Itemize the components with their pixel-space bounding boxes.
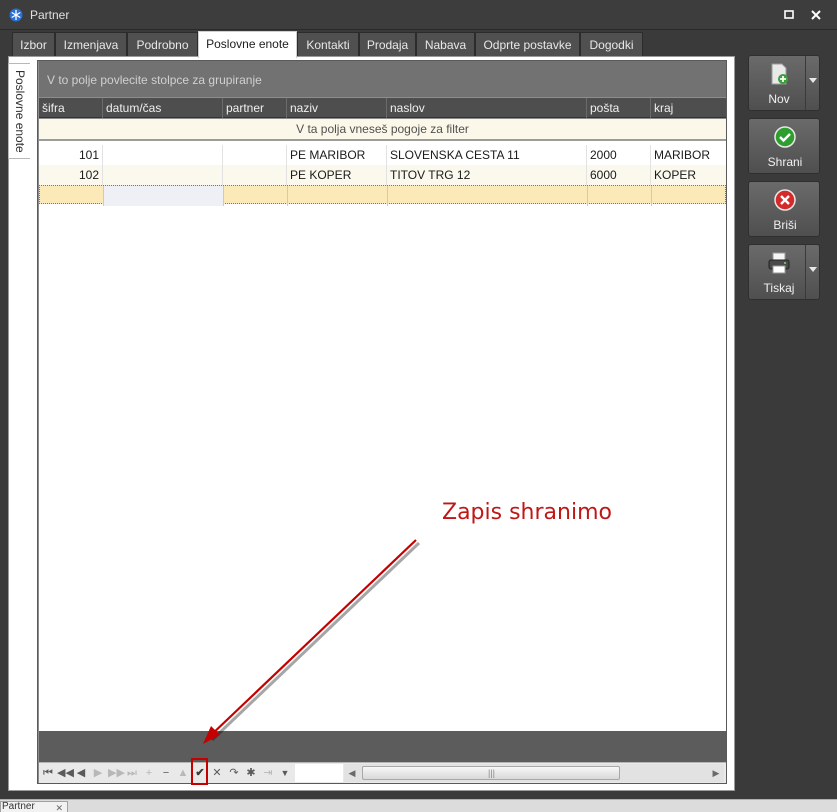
column-header-kraj[interactable]: kraj <box>651 98 726 118</box>
horizontal-scrollbar[interactable]: ◀ ||| ▶ <box>344 764 724 782</box>
new-cell-naslov[interactable] <box>388 186 588 206</box>
snowflake-app-icon <box>9 8 23 22</box>
refresh-icon[interactable]: ↷ <box>227 766 241 780</box>
scroll-thumb[interactable]: ||| <box>362 766 620 780</box>
table-row[interactable]: 101 PE MARIBOR SLOVENSKA CESTA 11 2000 M… <box>39 145 726 165</box>
window-title: Partner <box>30 8 70 22</box>
scroll-left-icon[interactable]: ◀ <box>346 766 358 780</box>
save-highlight-box <box>191 758 208 785</box>
cell-sifra[interactable]: 101 <box>39 145 103 165</box>
window-titlebar: Partner <box>0 0 837 30</box>
new-cell-sifra[interactable] <box>40 186 104 206</box>
goto-bookmark-icon[interactable]: ⇥ <box>261 766 275 780</box>
new-cell-naziv[interactable] <box>288 186 388 206</box>
cell-naslov[interactable]: SLOVENSKA CESTA 11 <box>387 145 587 165</box>
new-button[interactable]: Nov <box>748 55 820 111</box>
tab-podrobno[interactable]: Podrobno <box>127 32 198 57</box>
chevron-down-icon <box>809 267 817 272</box>
filter-row[interactable]: V ta polja vneseš pogoje za filter <box>39 119 726 139</box>
close-icon[interactable] <box>809 8 823 22</box>
new-dropdown[interactable] <box>805 56 819 110</box>
tab-nabava[interactable]: Nabava <box>416 32 475 57</box>
cell-partner[interactable] <box>223 145 287 165</box>
new-cell-partner[interactable] <box>224 186 288 206</box>
column-header-naziv[interactable]: naziv <box>287 98 387 118</box>
column-header-datum-cas[interactable]: datum/čas <box>103 98 223 118</box>
cell-datum-cas[interactable] <box>103 145 223 165</box>
group-by-panel[interactable]: V to polje povlecite stolpce za grupiran… <box>39 61 726 97</box>
delete-icon[interactable]: − <box>159 766 173 780</box>
new-record-row[interactable] <box>39 185 726 206</box>
group-by-hint: V to polje povlecite stolpce za grupiran… <box>47 73 262 87</box>
new-cell-kraj[interactable] <box>652 186 725 206</box>
cell-naslov[interactable]: TITOV TRG 12 <box>387 165 587 185</box>
print-button[interactable]: Tiskaj <box>748 244 820 300</box>
new-document-icon <box>771 63 788 85</box>
record-number-input[interactable] <box>295 764 343 782</box>
grid-header: šifra datum/čas partner naziv naslov poš… <box>39 98 726 118</box>
print-button-label: Tiskaj <box>763 281 795 295</box>
tab-izbor[interactable]: Izbor <box>12 32 55 57</box>
tab-kontakti[interactable]: Kontakti <box>297 32 359 57</box>
cell-posta[interactable]: 6000 <box>587 165 651 185</box>
append-icon[interactable]: + <box>142 766 156 780</box>
last-icon[interactable]: ⏭ <box>125 766 139 780</box>
cell-partner[interactable] <box>223 165 287 185</box>
new-button-label: Nov <box>768 92 790 106</box>
cell-posta[interactable]: 2000 <box>587 145 651 165</box>
grid-data-area: 101 PE MARIBOR SLOVENSKA CESTA 11 2000 M… <box>39 141 726 731</box>
next-page-icon[interactable]: ▶▶ <box>108 766 125 780</box>
new-cell-datum-cas[interactable] <box>104 186 224 206</box>
grid-footer <box>39 731 726 762</box>
taskbar-tab-label: Partner <box>2 801 35 812</box>
column-header-naslov[interactable]: naslov <box>387 98 587 118</box>
tab-prodaja[interactable]: Prodaja <box>359 32 416 57</box>
new-cell-posta[interactable] <box>588 186 652 206</box>
cell-kraj[interactable]: KOPER <box>651 165 726 185</box>
record-navigator: ⏮ ◀◀ ◀ ▶ ▶▶ ⏭ + − ▲ ✔ ✕ ↷ ✱ ⇥ ▼ ◀ ||| ▶ <box>39 762 726 783</box>
cell-naziv[interactable]: PE KOPER <box>287 165 387 185</box>
cell-sifra[interactable]: 102 <box>39 165 103 185</box>
column-header-partner[interactable]: partner <box>223 98 287 118</box>
grip-icon: ||| <box>488 768 496 778</box>
tab-dogodki[interactable]: Dogodki <box>580 32 643 57</box>
taskbar-tab-partner[interactable]: Partner ✕ <box>0 801 68 812</box>
close-icon[interactable]: ✕ <box>55 803 63 812</box>
maximize-icon[interactable] <box>782 8 796 22</box>
print-dropdown[interactable] <box>805 245 819 299</box>
taskbar: Partner ✕ <box>0 799 837 812</box>
delete-button-label: Briši <box>773 218 797 232</box>
tab-poslovne-enote[interactable]: Poslovne enote <box>198 31 297 58</box>
column-header-sifra[interactable]: šifra <box>39 98 103 118</box>
table-row[interactable]: 102 PE KOPER TITOV TRG 12 6000 KOPER <box>39 165 726 185</box>
cell-kraj[interactable]: MARIBOR <box>651 145 726 165</box>
edit-icon[interactable]: ▲ <box>176 766 190 780</box>
cell-datum-cas[interactable] <box>103 165 223 185</box>
cell-naziv[interactable]: PE MARIBOR <box>287 145 387 165</box>
delete-x-icon <box>774 189 796 211</box>
side-tab-poslovne-enote[interactable]: Poslovne enote <box>8 63 30 159</box>
scroll-right-icon[interactable]: ▶ <box>710 766 722 780</box>
tab-odprte-postavke[interactable]: Odprte postavke <box>475 32 580 57</box>
prev-page-icon[interactable]: ◀◀ <box>57 766 74 780</box>
cancel-icon[interactable]: ✕ <box>210 766 224 780</box>
chevron-down-icon <box>809 78 817 83</box>
first-icon[interactable]: ⏮ <box>41 766 55 780</box>
column-header-posta[interactable]: pošta <box>587 98 651 118</box>
delete-button[interactable]: Briši <box>748 181 820 237</box>
save-button-label: Shrani <box>767 155 803 169</box>
checkmark-icon <box>774 126 796 148</box>
annotation-text: Zapis shranimo <box>442 500 612 525</box>
save-button[interactable]: Shrani <box>748 118 820 174</box>
side-tab-label: Poslovne enote <box>13 70 27 153</box>
bookmark-icon[interactable]: ✱ <box>244 766 258 780</box>
tab-izmenjava[interactable]: Izmenjava <box>55 32 127 57</box>
printer-icon <box>768 252 790 274</box>
filter-icon[interactable]: ▼ <box>278 766 292 780</box>
next-icon[interactable]: ▶ <box>91 766 105 780</box>
prev-icon[interactable]: ◀ <box>74 766 88 780</box>
